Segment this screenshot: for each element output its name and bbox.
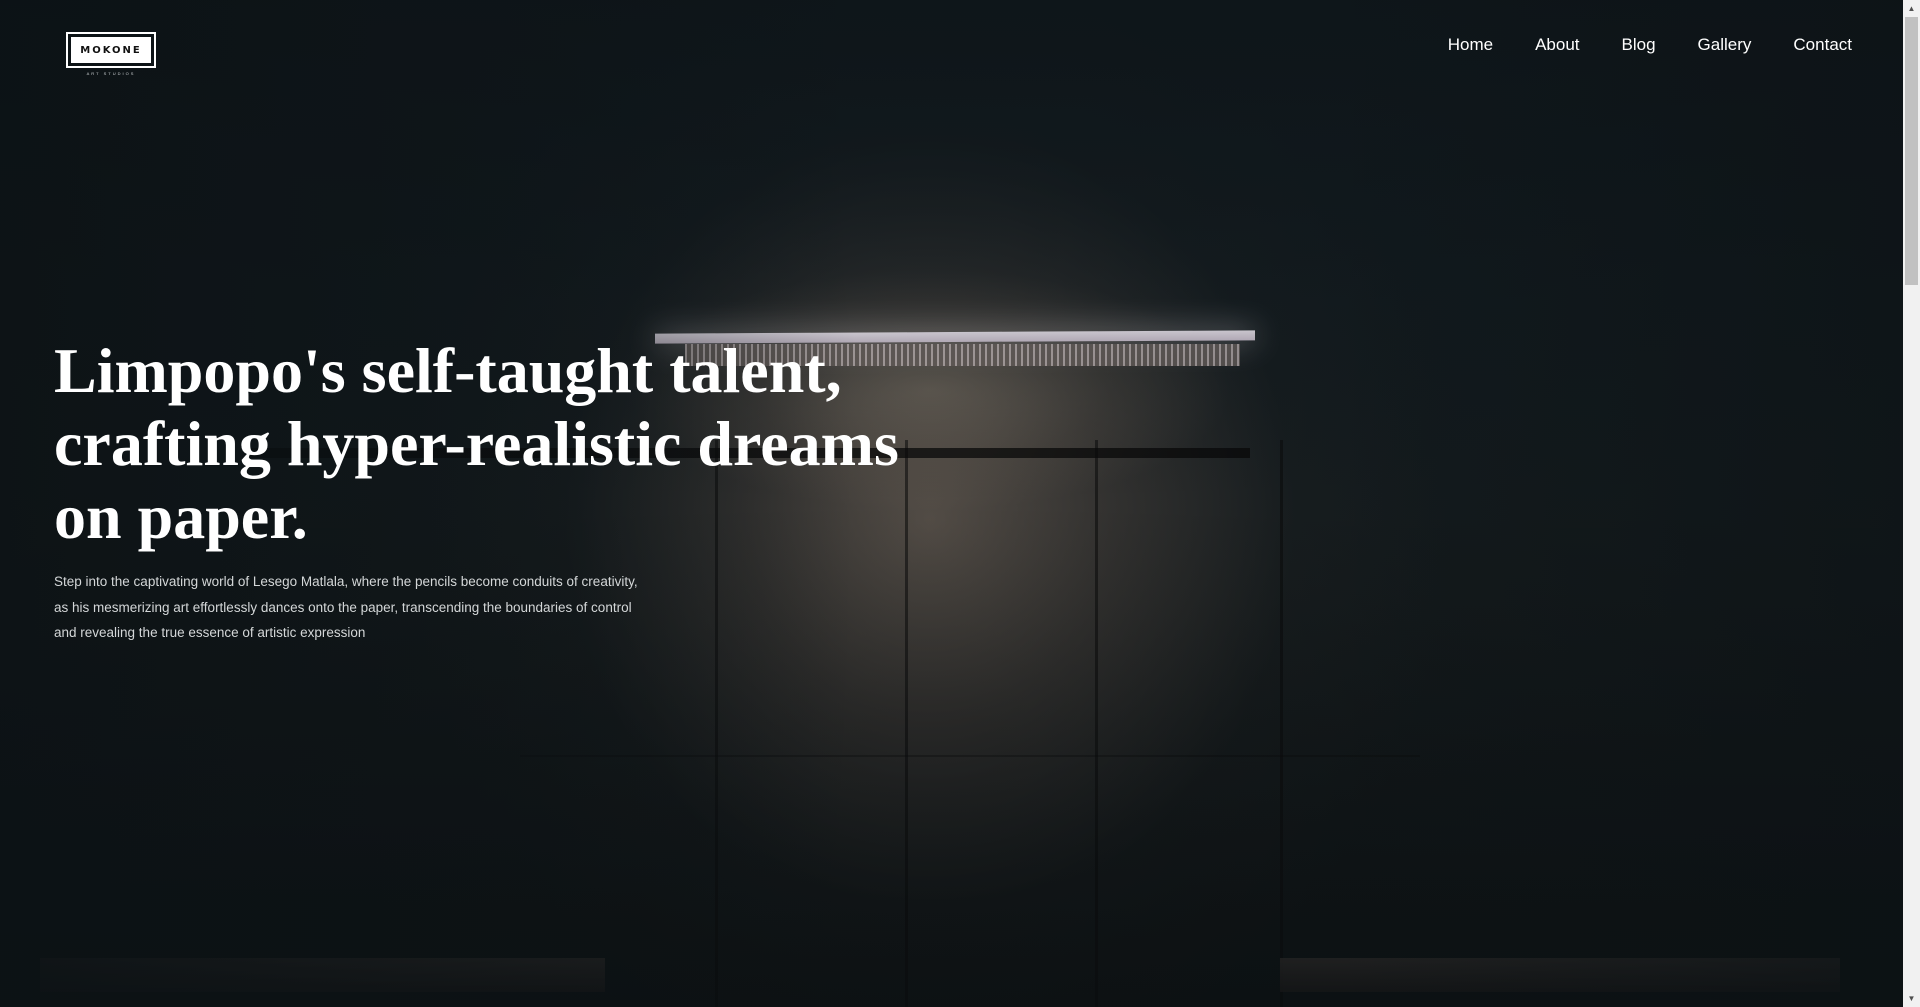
scroll-down-arrow-icon[interactable]: ▼ [1903,990,1920,1007]
logo-tagline: ART STUDIOS [86,71,136,76]
scrollbar-thumb[interactable] [1905,17,1918,285]
nav-about[interactable]: About [1514,32,1600,58]
nav-contact[interactable]: Contact [1772,32,1873,58]
page: Limpopo's self-taught talent, crafting h… [0,0,1903,1007]
logo-wordmark: MOKONE [80,44,142,56]
site-header: MOKONE ART STUDIOS Home About Blog Galle… [0,0,1903,90]
main-nav: Home About Blog Gallery Contact [1427,32,1873,58]
browser-viewport: Limpopo's self-taught talent, crafting h… [0,0,1920,1007]
site-logo[interactable]: MOKONE ART STUDIOS [66,32,156,76]
nav-home[interactable]: Home [1427,32,1514,58]
scroll-up-arrow-icon[interactable]: ▲ [1903,0,1920,17]
vertical-scrollbar[interactable]: ▲ ▼ [1903,0,1920,1007]
logo-frame: MOKONE [66,32,156,68]
hero-description: Step into the captivating world of Leseg… [54,574,638,641]
hero-title: Limpopo's self-taught talent, crafting h… [54,335,899,552]
nav-blog[interactable]: Blog [1601,32,1677,58]
nav-gallery[interactable]: Gallery [1677,32,1773,58]
